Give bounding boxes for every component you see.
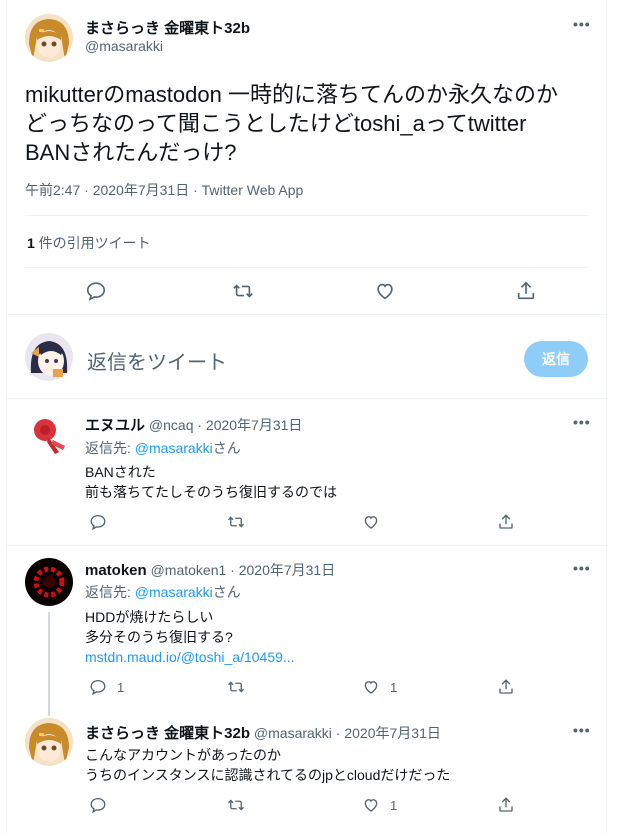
replying-to-handle[interactable]: @masarakki [135,440,213,456]
retweet-icon[interactable] [227,678,245,696]
retweet-icon[interactable] [227,513,245,531]
reply-icon[interactable] [85,280,107,302]
reply-author-name[interactable]: エヌユル [85,417,145,434]
reply-icon[interactable] [89,796,117,814]
share-icon[interactable] [497,678,515,696]
heart-icon[interactable] [374,280,396,302]
replying-to: 返信先: @masarakkiさん [85,582,241,602]
share-icon[interactable] [497,513,515,531]
main-text-line: BANされたんだっけ? [25,140,237,165]
user-avatar[interactable] [25,333,73,381]
more-icon[interactable]: ••• [573,16,591,32]
reply-handle-time[interactable]: @matoken1 · 2020年7月31日 [151,562,336,578]
reply-text-line: HDDが焼けたらしい [85,609,214,625]
heart-icon[interactable]: 1 [362,796,397,814]
divider [25,215,588,216]
reply-icon[interactable] [89,513,117,531]
more-icon[interactable]: ••• [573,722,591,738]
reply-author-avatar[interactable] [25,412,73,460]
more-icon[interactable]: ••• [573,560,591,576]
share-icon[interactable] [515,280,537,302]
reply-author-avatar[interactable] [25,718,73,766]
more-icon[interactable]: ••• [573,414,591,430]
reply-author-name[interactable]: matoken [85,562,147,579]
reply-header: matoken @matoken1 · 2020年7月31日 [85,560,335,580]
reply-handle-time[interactable]: @ncaq · 2020年7月31日 [149,417,303,433]
reply-icon[interactable]: 1 [89,678,124,696]
reply-text-line: こんなアカウントがあったのか [85,747,281,763]
retweet-icon[interactable] [232,280,254,302]
main-author-name[interactable]: まさらっき 金曜東ト32b [85,17,250,38]
reply-header: まさらっき 金曜東ト32b @masarakki · 2020年7月31日 [85,722,441,743]
reply-author-name[interactable]: まさらっき 金曜東ト32b [85,725,250,742]
reply-text: BANされた 前も落ちてたしそのうち復旧するのでは [85,462,337,502]
thread-line [48,612,50,716]
reply-link[interactable]: mstdn.maud.io/@toshi_a/10459... [85,647,295,667]
reply-text-line: うちのインスタンスに認識されてるのjpとcloudだけだった [85,767,451,783]
share-icon[interactable] [497,796,515,814]
reply-text: HDDが焼けたらしい 多分そのうち復旧する? mstdn.maud.io/@to… [85,607,295,667]
replying-to-handle[interactable]: @masarakki [135,584,213,600]
main-text-line: どっちなのって聞こうとしたけどtoshi_aってtwitter [25,111,527,136]
quote-count: 1 [27,235,35,251]
like-count: 1 [390,797,398,813]
replying-to: 返信先: @masarakkiさん [85,438,241,458]
like-count: 1 [390,679,398,695]
tweet-column: まさらっき 金曜東ト32b @masarakki ••• mikutterのma… [6,0,607,834]
divider [25,267,588,268]
reply-text-line: 多分そのうち復旧する? [85,629,233,645]
reply-count: 1 [117,679,125,695]
reply-handle-time[interactable]: @masarakki · 2020年7月31日 [254,725,441,741]
reply-compose-input[interactable]: 返信をツイート [87,346,227,375]
tweet-timestamp[interactable]: 午前2:47 · 2020年7月31日 · Twitter Web App [25,180,303,200]
reply-text-line: 前も落ちてたしそのうち復旧するのでは [85,484,337,500]
quote-label: 件の引用ツイート [34,235,151,251]
replying-to-suffix: さん [212,584,241,600]
reply-button[interactable]: 返信 [524,341,588,377]
main-author-handle[interactable]: @masarakki [85,38,163,54]
heart-icon[interactable] [362,513,390,531]
reply-header: エヌユル @ncaq · 2020年7月31日 [85,414,302,435]
main-author-avatar[interactable] [25,14,73,62]
divider [7,545,606,546]
main-text-line: mikutterのmastodon 一時的に落ちてんのか永久なのか [25,82,558,107]
reply-author-avatar[interactable] [25,558,73,606]
replying-to-prefix: 返信先: [85,584,135,600]
replying-to-prefix: 返信先: [85,440,135,456]
retweet-icon[interactable] [227,796,245,814]
reply-text: こんなアカウントがあったのか うちのインスタンスに認識されてるのjpとcloud… [85,745,450,785]
divider [7,398,606,399]
heart-icon[interactable]: 1 [362,678,397,696]
reply-text-line: BANされた [85,464,156,480]
divider [7,314,606,315]
replying-to-suffix: さん [212,440,241,456]
quote-tweets-link[interactable]: 1 件の引用ツイート [27,233,151,253]
main-tweet-text: mikutterのmastodon 一時的に落ちてんのか永久なのか どっちなのっ… [25,80,595,167]
